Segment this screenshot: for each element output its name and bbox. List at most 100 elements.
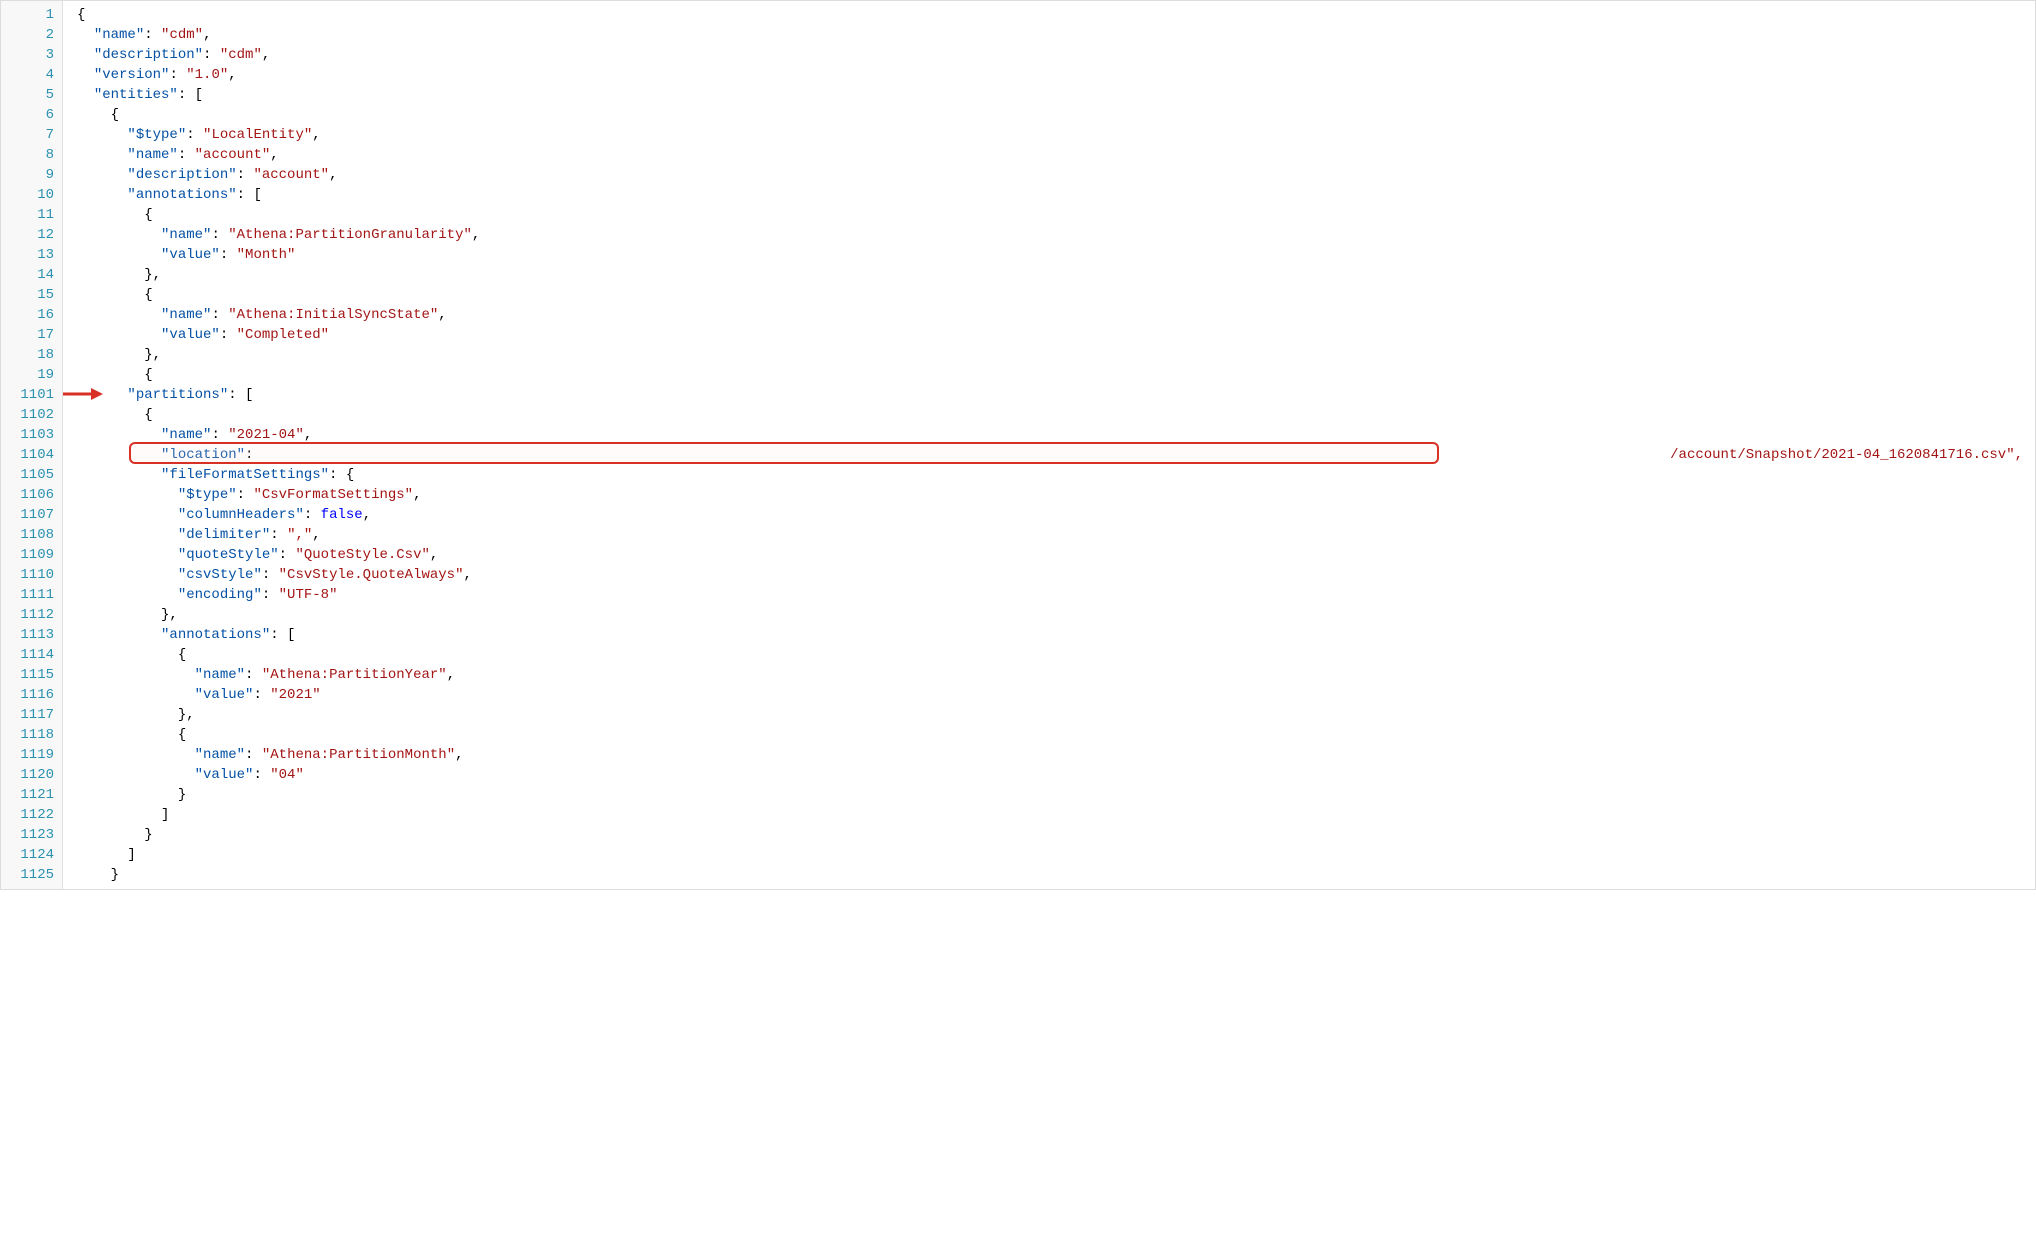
code-line[interactable]: "value": "Month" <box>77 245 2035 265</box>
code-line[interactable]: "name": "Athena:PartitionYear", <box>77 665 2035 685</box>
token-key: "encoding" <box>178 587 262 603</box>
code-line[interactable]: { <box>77 5 2035 25</box>
code-line[interactable]: "fileFormatSettings": { <box>77 465 2035 485</box>
token-str: "Athena:InitialSyncState" <box>228 307 438 323</box>
code-line[interactable]: "name": "account", <box>77 145 2035 165</box>
code-line[interactable]: }, <box>77 265 2035 285</box>
token-key: "name" <box>161 427 211 443</box>
token-pun: , <box>329 167 337 183</box>
code-line[interactable]: ] <box>77 845 2035 865</box>
code-line[interactable]: }, <box>77 705 2035 725</box>
code-line[interactable]: "encoding": "UTF-8" <box>77 585 2035 605</box>
code-line[interactable]: { <box>77 365 2035 385</box>
token-pun: : <box>211 227 228 243</box>
code-line[interactable]: { <box>77 285 2035 305</box>
token-key: "annotations" <box>127 187 236 203</box>
code-line[interactable]: "annotations": [ <box>77 185 2035 205</box>
token-key: "value" <box>195 687 254 703</box>
code-line[interactable]: "value": "04" <box>77 765 2035 785</box>
line-number: 1107 <box>1 505 54 525</box>
code-line[interactable]: "annotations": [ <box>77 625 2035 645</box>
token-key: "$type" <box>178 487 237 503</box>
line-number: 1 <box>1 5 54 25</box>
token-pun: ] <box>127 847 135 863</box>
token-str: "Athena:PartitionYear" <box>262 667 447 683</box>
code-line[interactable]: "delimiter": ",", <box>77 525 2035 545</box>
code-line[interactable]: "$type": "LocalEntity", <box>77 125 2035 145</box>
token-key: "name" <box>127 147 177 163</box>
token-pun: } <box>178 787 186 803</box>
line-number: 9 <box>1 165 54 185</box>
code-line[interactable]: "quoteStyle": "QuoteStyle.Csv", <box>77 545 2035 565</box>
code-line[interactable]: } <box>77 865 2035 885</box>
token-key: "$type" <box>127 127 186 143</box>
token-pun: , <box>447 667 455 683</box>
token-str: "account" <box>195 147 271 163</box>
code-line[interactable]: } <box>77 785 2035 805</box>
code-line[interactable]: { <box>77 405 2035 425</box>
code-line[interactable]: "name": "2021-04", <box>77 425 2035 445</box>
code-line[interactable]: { <box>77 205 2035 225</box>
token-pun: : <box>253 687 270 703</box>
token-str: "04" <box>270 767 304 783</box>
code-line[interactable]: "columnHeaders": false, <box>77 505 2035 525</box>
token-pun: : <box>262 567 279 583</box>
token-key: "name" <box>161 227 211 243</box>
token-pun: : <box>304 507 321 523</box>
code-line[interactable]: { <box>77 725 2035 745</box>
token-pun: { <box>144 367 152 383</box>
code-line[interactable]: "description": "cdm", <box>77 45 2035 65</box>
code-line[interactable]: "value": "2021" <box>77 685 2035 705</box>
token-pun: { <box>111 107 119 123</box>
code-line[interactable]: "$type": "CsvFormatSettings", <box>77 485 2035 505</box>
token-key: "csvStyle" <box>178 567 262 583</box>
code-line[interactable]: "name": "Athena:PartitionGranularity", <box>77 225 2035 245</box>
token-str: "account" <box>253 167 329 183</box>
code-line[interactable]: } <box>77 825 2035 845</box>
code-line[interactable]: "name": "Athena:InitialSyncState", <box>77 305 2035 325</box>
code-line[interactable]: { <box>77 645 2035 665</box>
location-value-tail: /account/Snapshot/2021-04_1620841716.csv… <box>1670 445 2023 465</box>
line-number: 1102 <box>1 405 54 425</box>
token-pun: , <box>312 127 320 143</box>
code-line[interactable]: }, <box>77 345 2035 365</box>
token-pun: : <box>245 667 262 683</box>
line-number: 1106 <box>1 485 54 505</box>
code-line[interactable]: "name": "Athena:PartitionMonth", <box>77 745 2035 765</box>
token-pun: : [ <box>237 187 262 203</box>
code-line[interactable]: { <box>77 105 2035 125</box>
token-key: "quoteStyle" <box>178 547 279 563</box>
token-kw: false <box>321 507 363 523</box>
token-pun: , <box>312 527 320 543</box>
token-pun: , <box>464 567 472 583</box>
code-line[interactable]: }, <box>77 605 2035 625</box>
code-line[interactable]: "csvStyle": "CsvStyle.QuoteAlways", <box>77 565 2035 585</box>
code-line[interactable]: "partitions": [ <box>77 385 2035 405</box>
code-editor[interactable]: 1234567891011121314151617181911011102110… <box>0 0 2036 890</box>
token-str: "Athena:PartitionMonth" <box>262 747 455 763</box>
token-pun: , <box>430 547 438 563</box>
token-pun: { <box>144 407 152 423</box>
line-number: 1121 <box>1 785 54 805</box>
token-pun: , <box>438 307 446 323</box>
token-pun: , <box>363 507 371 523</box>
line-number: 1108 <box>1 525 54 545</box>
code-line[interactable]: ] <box>77 805 2035 825</box>
line-number: 1124 <box>1 845 54 865</box>
code-line[interactable]: "name": "cdm", <box>77 25 2035 45</box>
code-line[interactable]: "entities": [ <box>77 85 2035 105</box>
code-line[interactable]: "description": "account", <box>77 165 2035 185</box>
token-pun: : <box>169 67 186 83</box>
line-number: 1117 <box>1 705 54 725</box>
code-line[interactable]: "value": "Completed" <box>77 325 2035 345</box>
code-line[interactable]: "location": /account/Snapshot/2021-04_16… <box>77 445 2035 465</box>
token-pun: ] <box>161 807 169 823</box>
token-key: "name" <box>94 27 144 43</box>
token-key: "value" <box>195 767 254 783</box>
token-str: "1.0" <box>186 67 228 83</box>
code-area[interactable]: { "name": "cdm", "description": "cdm", "… <box>63 1 2035 889</box>
token-str: "CsvFormatSettings" <box>253 487 413 503</box>
line-number: 2 <box>1 25 54 45</box>
code-line[interactable]: "version": "1.0", <box>77 65 2035 85</box>
line-number: 1109 <box>1 545 54 565</box>
